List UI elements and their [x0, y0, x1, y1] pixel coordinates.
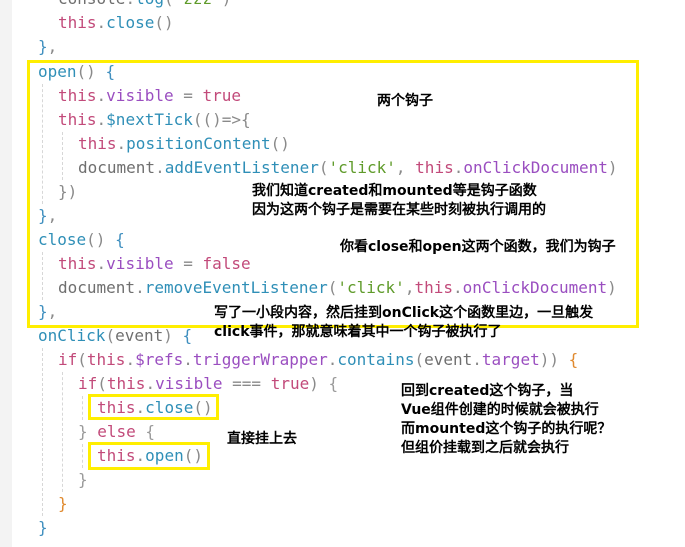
indent-guide [82, 396, 83, 420]
code-token: . [125, 350, 136, 369]
annotation-close-open: 你看close和open这两个函数，我们为钩子 [340, 239, 616, 255]
code-token: 'zzz' [174, 0, 222, 8]
annotation-created-mounted: 我们知道created和mounted等是钩子函数 因为这两个钩子是需要在某些时… [252, 183, 546, 218]
code-token: log [135, 0, 164, 8]
code-token: ( [164, 0, 174, 8]
code-line[interactable]: this.close() [58, 11, 174, 35]
code-token: . [327, 350, 338, 369]
code-token: . [183, 350, 193, 369]
code-token: } [78, 470, 88, 489]
annotation-lifecycle-note: 回到created这个钩子，当 Vue组件创建的时候就会被执行 而mounted… [401, 383, 612, 456]
code-token: ( [105, 326, 116, 345]
annotation-mount-directly: 直接挂上去 [227, 431, 297, 447]
code-token: } [78, 422, 98, 441]
code-token: === [222, 374, 271, 393]
code-token: contains [337, 350, 415, 369]
code-line[interactable]: }, [38, 35, 57, 59]
code-token: true [270, 374, 310, 393]
code-line[interactable]: } [78, 468, 88, 492]
code-token: { [135, 422, 156, 441]
indent-guide [82, 444, 83, 468]
annotation-two-hooks: 两个钩子 [377, 93, 433, 109]
code-token: () [154, 13, 174, 32]
code-token: ) [163, 326, 183, 345]
indent-guide [42, 348, 43, 516]
code-line[interactable]: if(this.visible === true) { [78, 372, 338, 396]
code-token: ) [309, 374, 329, 393]
indent-guide [62, 372, 63, 492]
code-token: ( [77, 350, 87, 369]
close-call-highlight-box [88, 394, 219, 420]
code-token: )) [539, 350, 569, 369]
code-token: onClick [38, 326, 106, 345]
code-token: { [568, 350, 579, 369]
code-token: { [182, 326, 193, 345]
code-token: this [58, 13, 97, 32]
code-token: } [38, 37, 48, 56]
code-token: ( [97, 374, 107, 393]
code-token: } [38, 518, 48, 537]
code-token: { [328, 374, 339, 393]
code-token: visible [155, 374, 223, 393]
code-token: event [115, 326, 164, 345]
code-token: this [106, 374, 146, 393]
code-token: . [145, 374, 156, 393]
code-token: if [58, 350, 78, 369]
code-line[interactable]: } [38, 516, 48, 540]
code-token: this [86, 350, 126, 369]
code-line[interactable]: console.log('zzz') [58, 0, 231, 11]
code-token: target [481, 350, 540, 369]
code-line[interactable]: if(this.$refs.triggerWrapper.contains(ev… [58, 348, 578, 372]
code-token: event [424, 350, 473, 369]
code-token: else [97, 422, 136, 441]
open-call-highlight-box [88, 442, 210, 470]
code-token: $refs [135, 350, 184, 369]
code-token: triggerWrapper [192, 350, 328, 369]
code-token: . [125, 0, 135, 8]
code-token: if [78, 374, 98, 393]
code-line[interactable]: } else { [78, 420, 155, 444]
code-token: , [47, 37, 58, 56]
code-token: . [96, 13, 107, 32]
code-token: } [58, 494, 68, 513]
code-token: ( [414, 350, 425, 369]
code-token: console [58, 0, 125, 8]
code-token: close [106, 13, 155, 32]
code-token: . [472, 350, 482, 369]
annotation-onclick-note: 写了一小段内容，然后挂到onClick这个函数里边，一旦触发 click事件，那… [214, 305, 594, 340]
code-line[interactable]: } [58, 492, 68, 516]
code-token: ) [222, 0, 232, 8]
